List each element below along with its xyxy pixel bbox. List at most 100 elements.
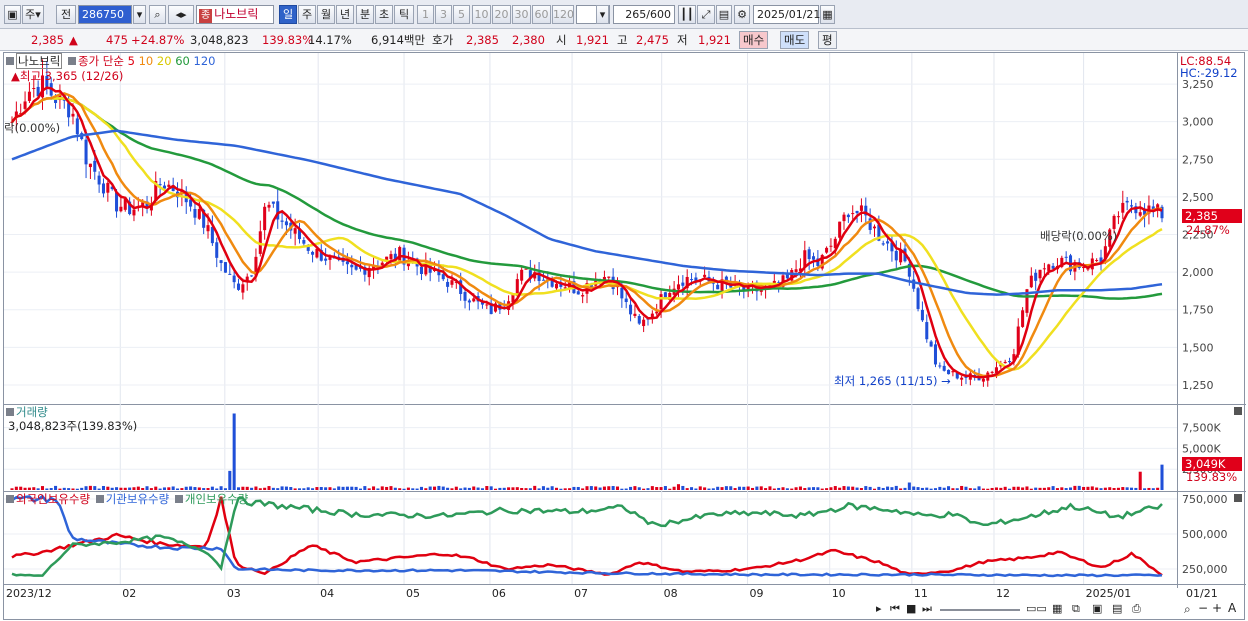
print-icon[interactable]: ⎙ <box>1132 602 1141 616</box>
panel-menu-icon[interactable] <box>67 57 76 65</box>
volume-bar <box>97 488 101 490</box>
scroll-last-icon[interactable]: ⏭ <box>922 602 932 616</box>
volume-bar <box>271 487 275 490</box>
stock-name-box[interactable]: 종 나노브릭 <box>196 5 274 24</box>
settings-gear-icon[interactable]: ⚙ <box>734 5 750 24</box>
interval-60-button[interactable]: 60 <box>532 5 551 24</box>
calendar-icon[interactable]: ▦ <box>820 5 835 24</box>
volume-bar <box>964 486 968 490</box>
interval-3-button[interactable]: 3 <box>435 5 452 24</box>
scroll-first-icon[interactable]: ⏮ <box>890 602 900 616</box>
interval-dropdown-icon[interactable]: ▾ <box>596 5 609 24</box>
volume-bar <box>263 487 267 490</box>
foreign-holding-label[interactable]: 외국인보유수량 <box>16 492 90 506</box>
volume-bar <box>872 488 877 490</box>
interval-120-button[interactable]: 120 <box>552 5 574 24</box>
period-second-button[interactable]: 초 <box>375 5 393 24</box>
candle-body <box>302 240 306 244</box>
period-week-button[interactable]: 주 <box>298 5 316 24</box>
sell-button[interactable]: 매도 <box>780 31 810 49</box>
period-minute-button[interactable]: 분 <box>356 5 374 24</box>
holding-panel-close-icon[interactable] <box>1234 494 1242 502</box>
interval-5-button[interactable]: 5 <box>453 5 470 24</box>
search-icon[interactable]: ⌕ <box>149 5 166 24</box>
volume-bar <box>193 487 197 490</box>
panel-menu-icon[interactable] <box>95 495 104 503</box>
price-tick-label: 1,250 <box>1182 379 1214 392</box>
individual-holding-label[interactable]: 개인보유수량 <box>185 492 248 506</box>
scroll-right-icon[interactable]: ▸ <box>876 602 882 615</box>
eval-button[interactable]: 평 <box>818 31 837 49</box>
interval-10-button[interactable]: 10 <box>472 5 491 24</box>
panel-menu-icon[interactable] <box>6 495 14 503</box>
panel-menu-icon[interactable] <box>6 57 14 65</box>
period-year-button[interactable]: 년 <box>336 5 354 24</box>
volume-bar <box>315 487 319 490</box>
volume-bar <box>297 488 302 490</box>
period-day-button[interactable]: 일 <box>279 5 297 24</box>
stock-code-input[interactable]: 286750 <box>78 5 132 24</box>
volume-panel-close-icon[interactable] <box>1234 407 1242 415</box>
volume-bar <box>228 470 232 490</box>
display-count-input[interactable]: 265/600 <box>613 5 675 24</box>
zoom-out-icon[interactable]: − <box>1198 601 1208 615</box>
period-month-button[interactable]: 월 <box>317 5 335 24</box>
stock-type-badge: 종 <box>199 9 213 23</box>
volume-bar <box>250 487 254 490</box>
institution-holding-label[interactable]: 기관보유수량 <box>106 492 169 506</box>
magnify-icon[interactable]: ⌕ <box>1184 602 1191 617</box>
candle-type-icon[interactable]: ┃┃ <box>678 5 696 24</box>
history-nav-icon[interactable]: ◂▸ <box>168 5 194 24</box>
zoom-tools: ⌕ − + A <box>1180 601 1244 618</box>
volume-bar <box>398 488 402 490</box>
volume-bar <box>184 486 188 490</box>
candle-body <box>284 221 288 226</box>
window-menu-icon[interactable]: ▣ <box>4 5 21 24</box>
volume-bar <box>450 488 454 490</box>
layout-icon[interactable]: ▭▭ <box>1026 602 1047 615</box>
volume-bar <box>1095 487 1099 490</box>
font-size-icon[interactable]: A <box>1228 601 1236 615</box>
volume-bar <box>19 486 23 490</box>
panel-menu-icon[interactable] <box>6 408 14 416</box>
right-axis-line <box>1177 53 1178 588</box>
candle-body <box>398 247 402 262</box>
period-tick-button[interactable]: 틱 <box>394 5 414 24</box>
zoom-slider[interactable] <box>940 609 1020 611</box>
volume-bar <box>659 487 663 490</box>
prev-button[interactable]: 전 <box>56 5 76 24</box>
tile-icon[interactable]: ▦ <box>1052 602 1062 615</box>
candle-body <box>1034 272 1038 281</box>
volume-bar <box>115 487 119 490</box>
volume-bar <box>376 488 380 490</box>
candle-body <box>1042 268 1046 270</box>
date-input[interactable]: 2025/01/21 <box>753 5 820 24</box>
price-series-title[interactable]: 나노브릭 <box>16 53 63 69</box>
volume-bar <box>568 488 572 490</box>
zoom-in-icon[interactable]: + <box>1212 601 1222 615</box>
candle-body <box>27 91 31 101</box>
period-type-dropdown[interactable]: 주▾ <box>22 5 44 24</box>
stop-icon[interactable]: ■ <box>906 602 916 615</box>
panel-menu-icon[interactable] <box>174 495 183 503</box>
grid-icon[interactable]: ▤ <box>1112 602 1122 615</box>
code-dropdown-icon[interactable]: ▾ <box>133 5 146 24</box>
interval-20-button[interactable]: 20 <box>492 5 511 24</box>
volume-bar <box>1156 487 1160 490</box>
interval-1-button[interactable]: 1 <box>417 5 434 24</box>
interval-30-button[interactable]: 30 <box>512 5 531 24</box>
volume-bar <box>685 488 689 490</box>
copy-icon[interactable]: ⧉ <box>1072 602 1080 616</box>
save-icon[interactable]: ▤ <box>716 5 732 24</box>
indicator-icon[interactable]: ⤢ <box>697 5 715 24</box>
up-arrow-icon: ▲ <box>69 33 78 47</box>
stock-chart-canvas[interactable]: 2023/12 02 03 04 05 06 07 08 09 10 11 12 2025/01 01/2… <box>4 53 1246 621</box>
volume-title[interactable]: 거래량 <box>16 405 48 419</box>
window-icon[interactable]: ▣ <box>1092 602 1102 615</box>
volume-bar <box>502 487 506 490</box>
buy-button[interactable]: 매수 <box>739 31 769 49</box>
chart-frame[interactable]: 2023/12 02 03 04 05 06 07 08 09 10 11 12 2025/01 01/2… <box>3 52 1246 621</box>
volume-bar <box>162 487 166 490</box>
candle-body <box>293 228 297 234</box>
candle-body <box>829 245 833 247</box>
